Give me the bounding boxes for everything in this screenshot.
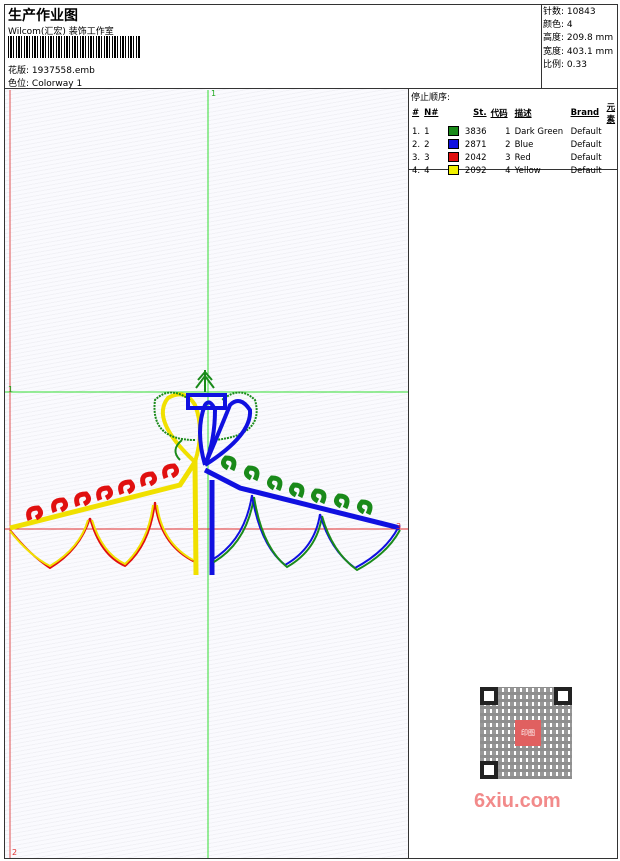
swatch-icon: [448, 126, 460, 137]
colorway: 色位: Colorway 1: [8, 76, 82, 89]
color-code: 2: [505, 139, 511, 150]
watermark: 6xiu.com: [474, 790, 561, 812]
color-description: Blue: [514, 139, 534, 150]
design-label: 花版:: [8, 66, 30, 76]
stop-index: 2.: [412, 139, 421, 150]
page-title: 生产作业图: [8, 8, 78, 24]
element-cell: [605, 125, 620, 138]
brand: Default: [570, 126, 602, 137]
barcode: [8, 36, 140, 58]
stop-needle: 2: [424, 139, 430, 150]
brand: Default: [570, 152, 602, 163]
qr-code: 印图: [470, 682, 585, 782]
brand: Default: [570, 165, 602, 176]
color-code: 1: [505, 126, 511, 137]
element-cell: [605, 164, 620, 177]
stop-needle: 3: [424, 152, 430, 163]
col-st: St.: [473, 108, 487, 118]
stat-colors: 颜色: 4: [543, 20, 573, 31]
col-element: 元素: [606, 103, 616, 125]
col-brand: Brand: [570, 108, 600, 118]
marker-top: 1: [211, 89, 217, 98]
color-swatch: [446, 164, 462, 177]
swatch-icon: [448, 165, 460, 176]
stitch-count: 2871: [464, 139, 487, 150]
color-description: Dark Green: [514, 126, 564, 137]
color-description: Yellow: [514, 165, 541, 176]
marker-left: 1: [8, 385, 14, 394]
col-n: N#: [424, 108, 439, 118]
stat-height: 高度: 209.8 mm: [543, 33, 614, 44]
marker-bottom: 2: [12, 848, 18, 857]
stop-index: 4.: [412, 165, 421, 176]
stop-row: 3. 3 2042 3 Red Default: [410, 151, 620, 164]
stats-divider: [541, 4, 542, 88]
stop-needle: 1: [424, 126, 430, 137]
stitch-count: 3836: [464, 126, 487, 137]
stitch-count: 2042: [464, 152, 487, 163]
stop-sequence-table: # N# St. 代码 描述 Brand 元素 1. 1 3836 1 Dark Gre…: [410, 101, 620, 177]
design-stats: 针数: 10843 颜色: 4 高度: 209.8 mm 宽度: 403.1 m…: [543, 6, 613, 72]
panel-divider: [408, 88, 409, 859]
qr-corner-tr: [554, 687, 572, 705]
brand: Default: [570, 139, 602, 150]
stop-table-header: # N# St. 代码 描述 Brand 元素: [410, 101, 620, 125]
stat-scale: 比例: 0.33: [543, 59, 587, 70]
col-desc: 描述: [514, 109, 532, 119]
stop-row: 4. 4 2092 4 Yellow Default: [410, 164, 620, 177]
qr-corner-bl: [480, 761, 498, 779]
swatch-icon: [448, 139, 460, 150]
color-swatch: [446, 138, 462, 151]
qr-stamp: 印图: [515, 720, 541, 746]
stat-width: 宽度: 403.1 mm: [543, 46, 614, 57]
swatch-icon: [448, 152, 460, 163]
colorway-label: 色位:: [8, 79, 30, 89]
header-divider: [4, 88, 618, 89]
color-code: 3: [505, 152, 511, 163]
color-swatch: [446, 151, 462, 164]
design-value: 1937558.emb: [31, 66, 95, 76]
color-description: Red: [514, 152, 531, 163]
marker-right: 3: [396, 522, 402, 531]
element-cell: [605, 151, 620, 164]
stop-needle: 4: [424, 165, 430, 176]
col-hash: #: [412, 108, 420, 118]
stop-row: 1. 1 3836 1 Dark Green Default: [410, 125, 620, 138]
color-code: 4: [505, 165, 511, 176]
stat-stitches: 针数: 10843: [543, 7, 596, 17]
qr-corner-tl: [480, 687, 498, 705]
color-swatch: [446, 125, 462, 138]
stitch-count: 2092: [464, 165, 487, 176]
col-code: 代码: [490, 109, 508, 119]
colorway-value: Colorway 1: [31, 79, 83, 89]
stop-index: 1.: [412, 126, 421, 137]
stop-index: 3.: [412, 152, 421, 163]
design-file: 花版: 1937558.emb: [8, 63, 95, 76]
element-cell: [605, 138, 620, 151]
stop-row: 2. 2 2871 2 Blue Default: [410, 138, 620, 151]
